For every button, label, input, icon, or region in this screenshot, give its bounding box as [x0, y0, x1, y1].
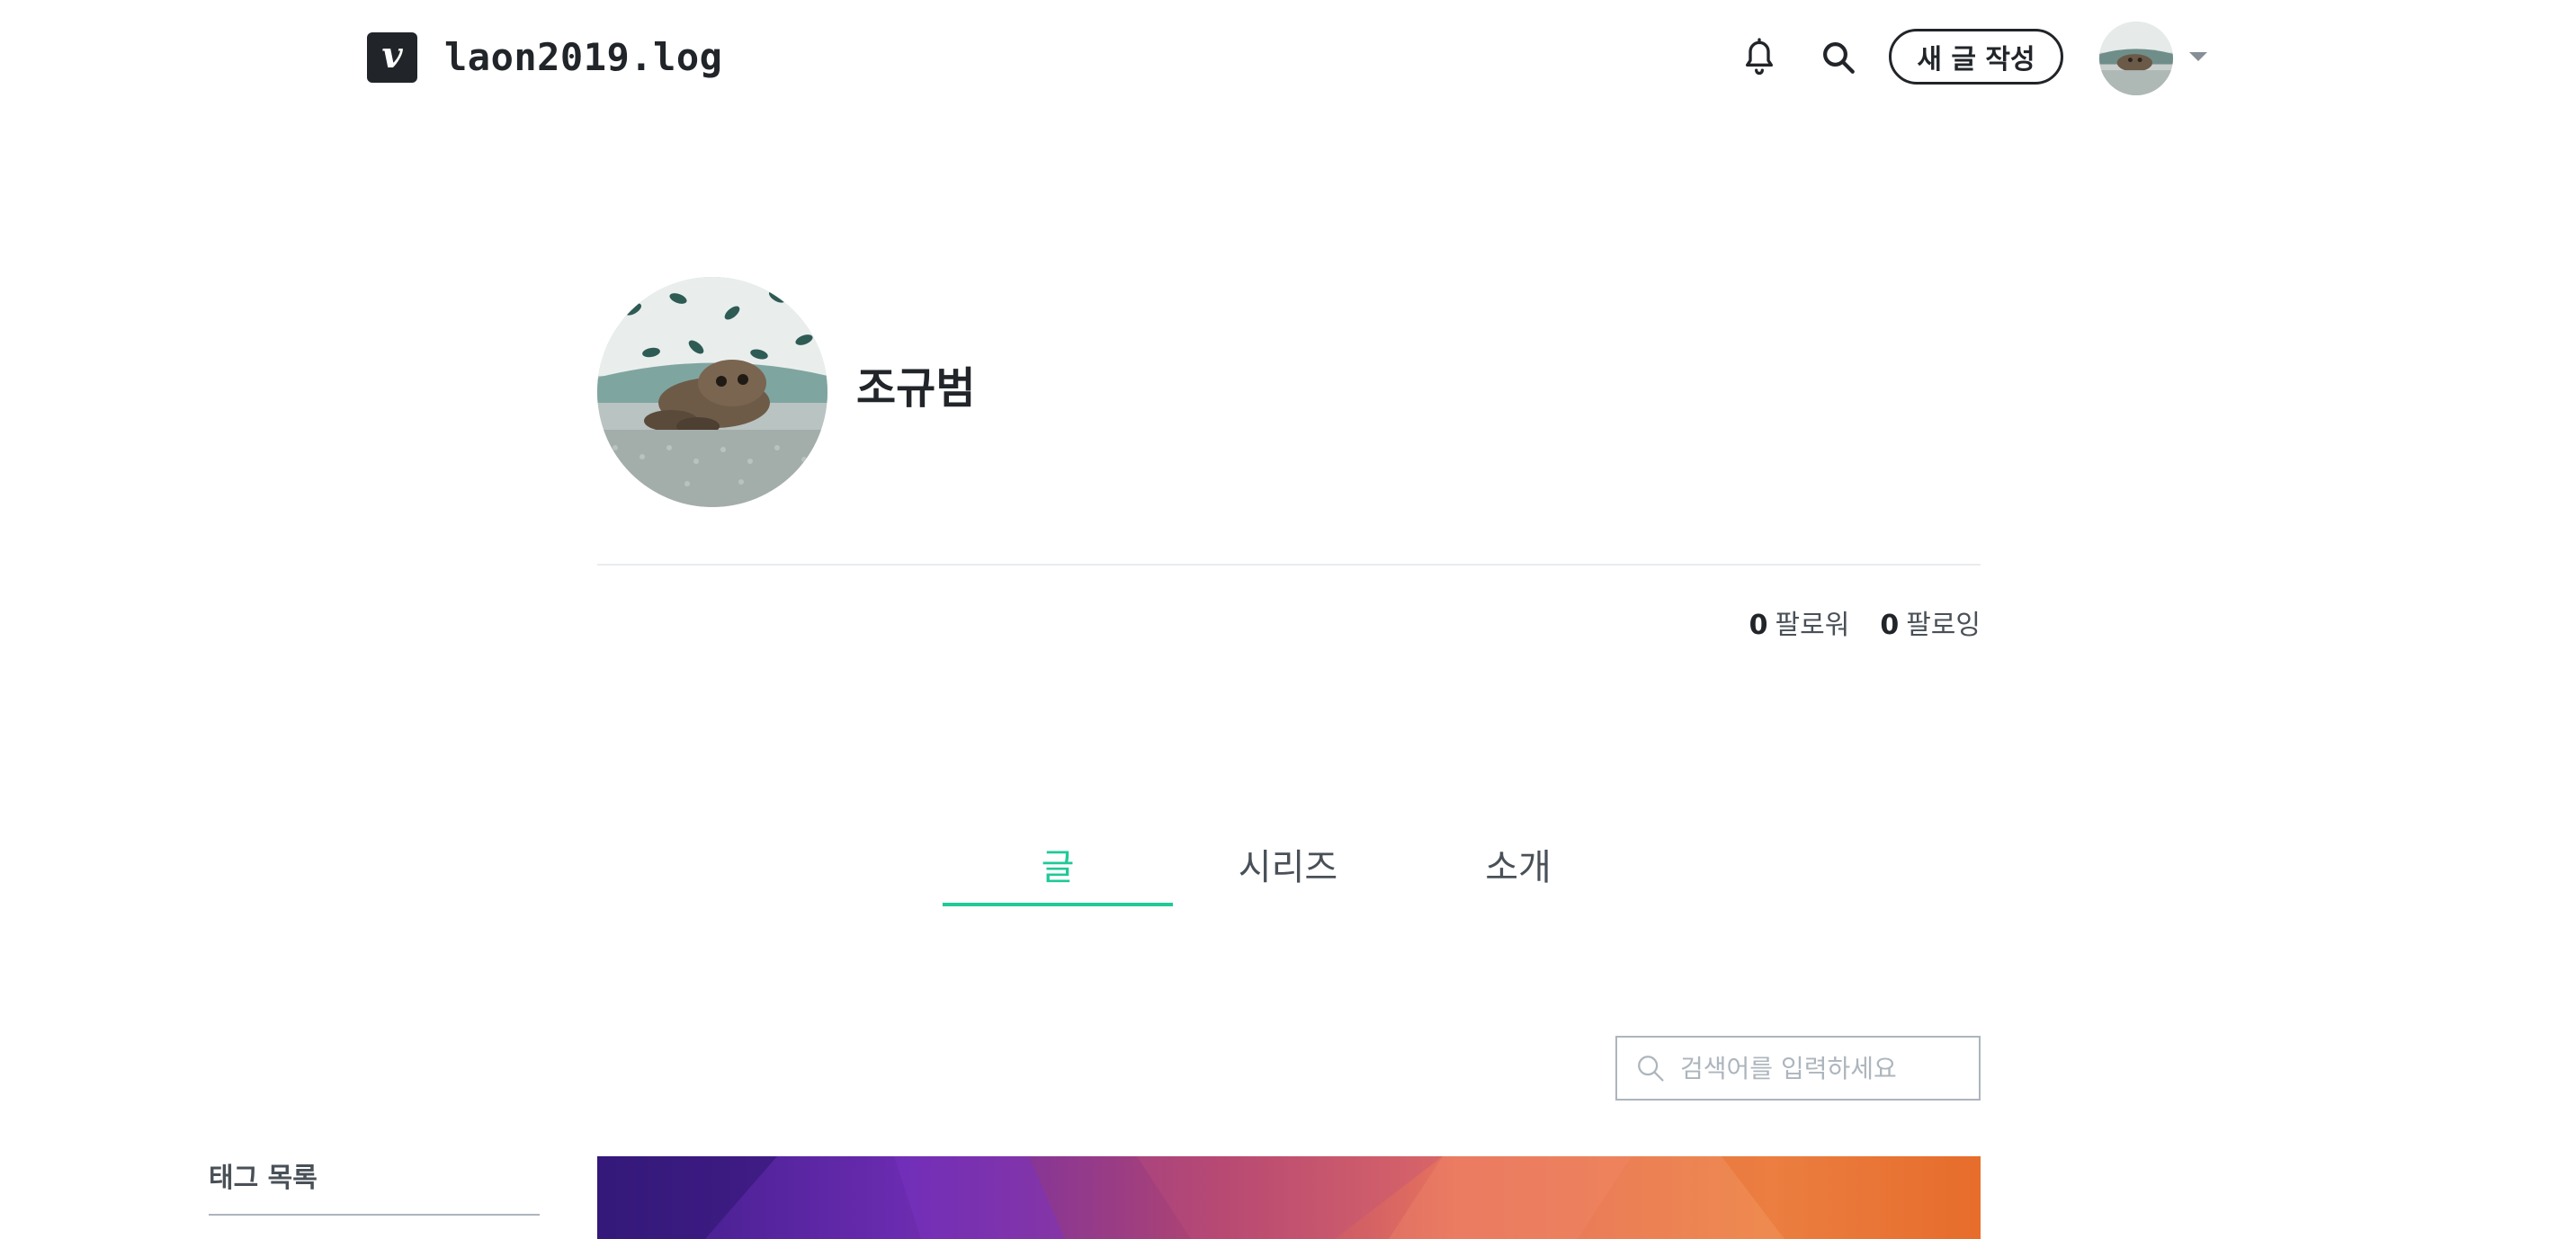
following-label: 팔로잉 — [1906, 610, 1981, 641]
new-post-button[interactable]: 새 글 작성 — [1889, 29, 2063, 85]
user-avatar[interactable] — [2099, 22, 2173, 95]
post-search-input[interactable] — [1678, 1052, 1970, 1084]
caret-down-icon[interactable] — [2189, 52, 2207, 61]
profile-name: 조규범 — [856, 363, 976, 414]
bell-icon[interactable] — [1731, 29, 1788, 86]
followers-count: 0 — [1749, 610, 1768, 641]
active-tab-indicator — [943, 903, 1173, 906]
profile-divider — [597, 564, 1981, 566]
tag-list-title: 태그 목록 — [209, 1163, 318, 1194]
tab-series[interactable]: 시리즈 — [1173, 825, 1403, 903]
blog-title[interactable]: laon2019.log — [444, 31, 722, 85]
logo-letter: v — [381, 34, 403, 76]
tag-list-divider — [209, 1214, 540, 1216]
velog-logo[interactable]: v — [367, 32, 417, 83]
profile-avatar — [597, 277, 827, 507]
search-icon[interactable] — [1810, 29, 1867, 86]
search-icon — [1638, 1056, 1664, 1082]
tab-posts[interactable]: 글 — [943, 825, 1173, 903]
post-search-box[interactable] — [1615, 1036, 1981, 1101]
follow-stats: 0 팔로워 0 팔로잉 — [1749, 606, 1981, 646]
followers-link[interactable]: 0 팔로워 — [1749, 606, 1850, 646]
followers-label: 팔로워 — [1775, 610, 1850, 641]
post-thumbnail[interactable] — [597, 1156, 1981, 1239]
following-link[interactable]: 0 팔로잉 — [1880, 606, 1981, 646]
following-count: 0 — [1880, 610, 1900, 641]
tab-about[interactable]: 소개 — [1403, 825, 1633, 903]
page: v laon2019.log 새 글 작성 조규범 0 팔로워 0 팔로잉 글 … — [0, 0, 2576, 1239]
